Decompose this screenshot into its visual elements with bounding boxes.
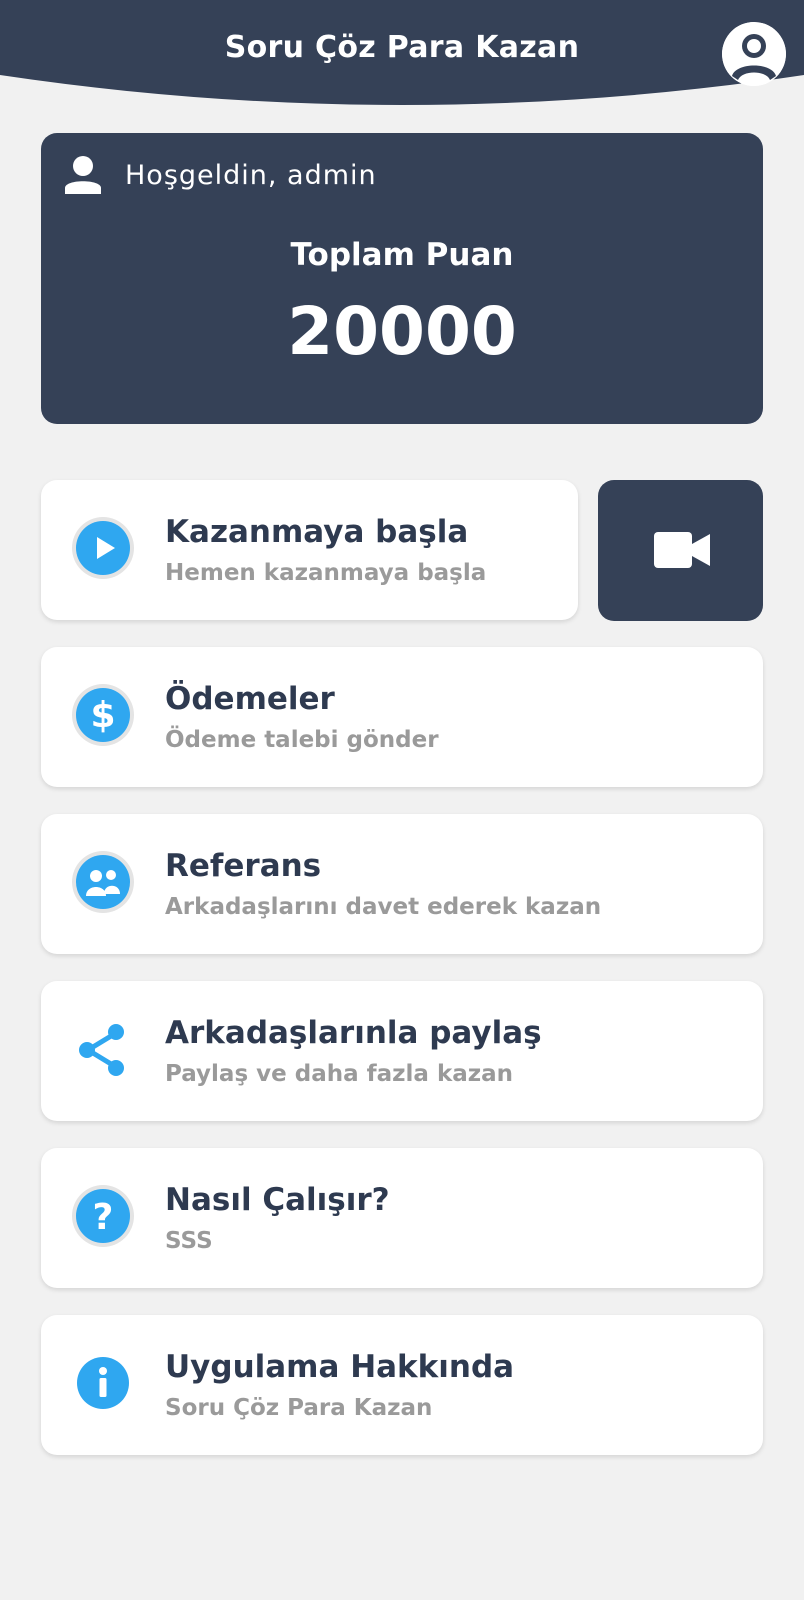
menu-title: Nasıl Çalışır?	[165, 1182, 390, 1218]
welcome-text: Hoşgeldin, admin	[125, 159, 377, 191]
dollar-icon: $	[72, 684, 134, 746]
menu-title: Uygulama Hakkında	[165, 1349, 515, 1385]
share-icon	[79, 1024, 124, 1076]
info-icon	[77, 1357, 129, 1409]
start-earning-card[interactable]: Kazanmaya başla Hemen kazanmaya başla	[41, 480, 578, 620]
account-circle-icon	[722, 22, 786, 86]
play-icon	[72, 517, 134, 579]
menu-title: Arkadaşlarınla paylaş	[165, 1015, 542, 1051]
question-icon: ?	[72, 1185, 134, 1247]
total-points-value: 20000	[287, 293, 517, 370]
menu-title: Ödemeler	[165, 681, 335, 717]
share-card[interactable]: Arkadaşlarınla paylaş Paylaş ve daha faz…	[41, 981, 763, 1121]
video-button[interactable]	[598, 480, 763, 621]
menu-subtitle: Ödeme talebi gönder	[165, 727, 439, 753]
profile-button[interactable]	[722, 22, 786, 86]
about-app-card[interactable]: Uygulama Hakkında Soru Çöz Para Kazan	[41, 1315, 763, 1455]
menu-subtitle: Soru Çöz Para Kazan	[165, 1395, 433, 1421]
payments-card[interactable]: $ Ödemeler Ödeme talebi gönder	[41, 647, 763, 787]
menu-title: Kazanmaya başla	[165, 514, 469, 550]
menu-subtitle: Paylaş ve daha fazla kazan	[165, 1061, 514, 1087]
user-icon	[65, 156, 101, 194]
app-header: Soru Çöz Para Kazan	[0, 0, 804, 110]
svg-text:$: $	[90, 695, 115, 736]
app-title: Soru Çöz Para Kazan	[224, 30, 580, 65]
people-icon	[72, 851, 134, 913]
video-camera-icon	[654, 532, 710, 568]
welcome-row: Hoşgeldin, admin	[63, 155, 377, 195]
menu-title: Referans	[165, 848, 322, 884]
total-points-label: Toplam Puan	[290, 237, 514, 273]
score-card: Hoşgeldin, admin Toplam Puan 20000	[41, 133, 763, 424]
how-it-works-card[interactable]: ? Nasıl Çalışır? SSS	[41, 1148, 763, 1288]
referral-card[interactable]: Referans Arkadaşlarını davet ederek kaza…	[41, 814, 763, 954]
svg-text:?: ?	[93, 1197, 114, 1238]
menu-subtitle: Arkadaşlarını davet ederek kazan	[165, 894, 602, 920]
menu-subtitle: Hemen kazanmaya başla	[165, 560, 487, 586]
menu-subtitle: SSS	[165, 1228, 213, 1254]
